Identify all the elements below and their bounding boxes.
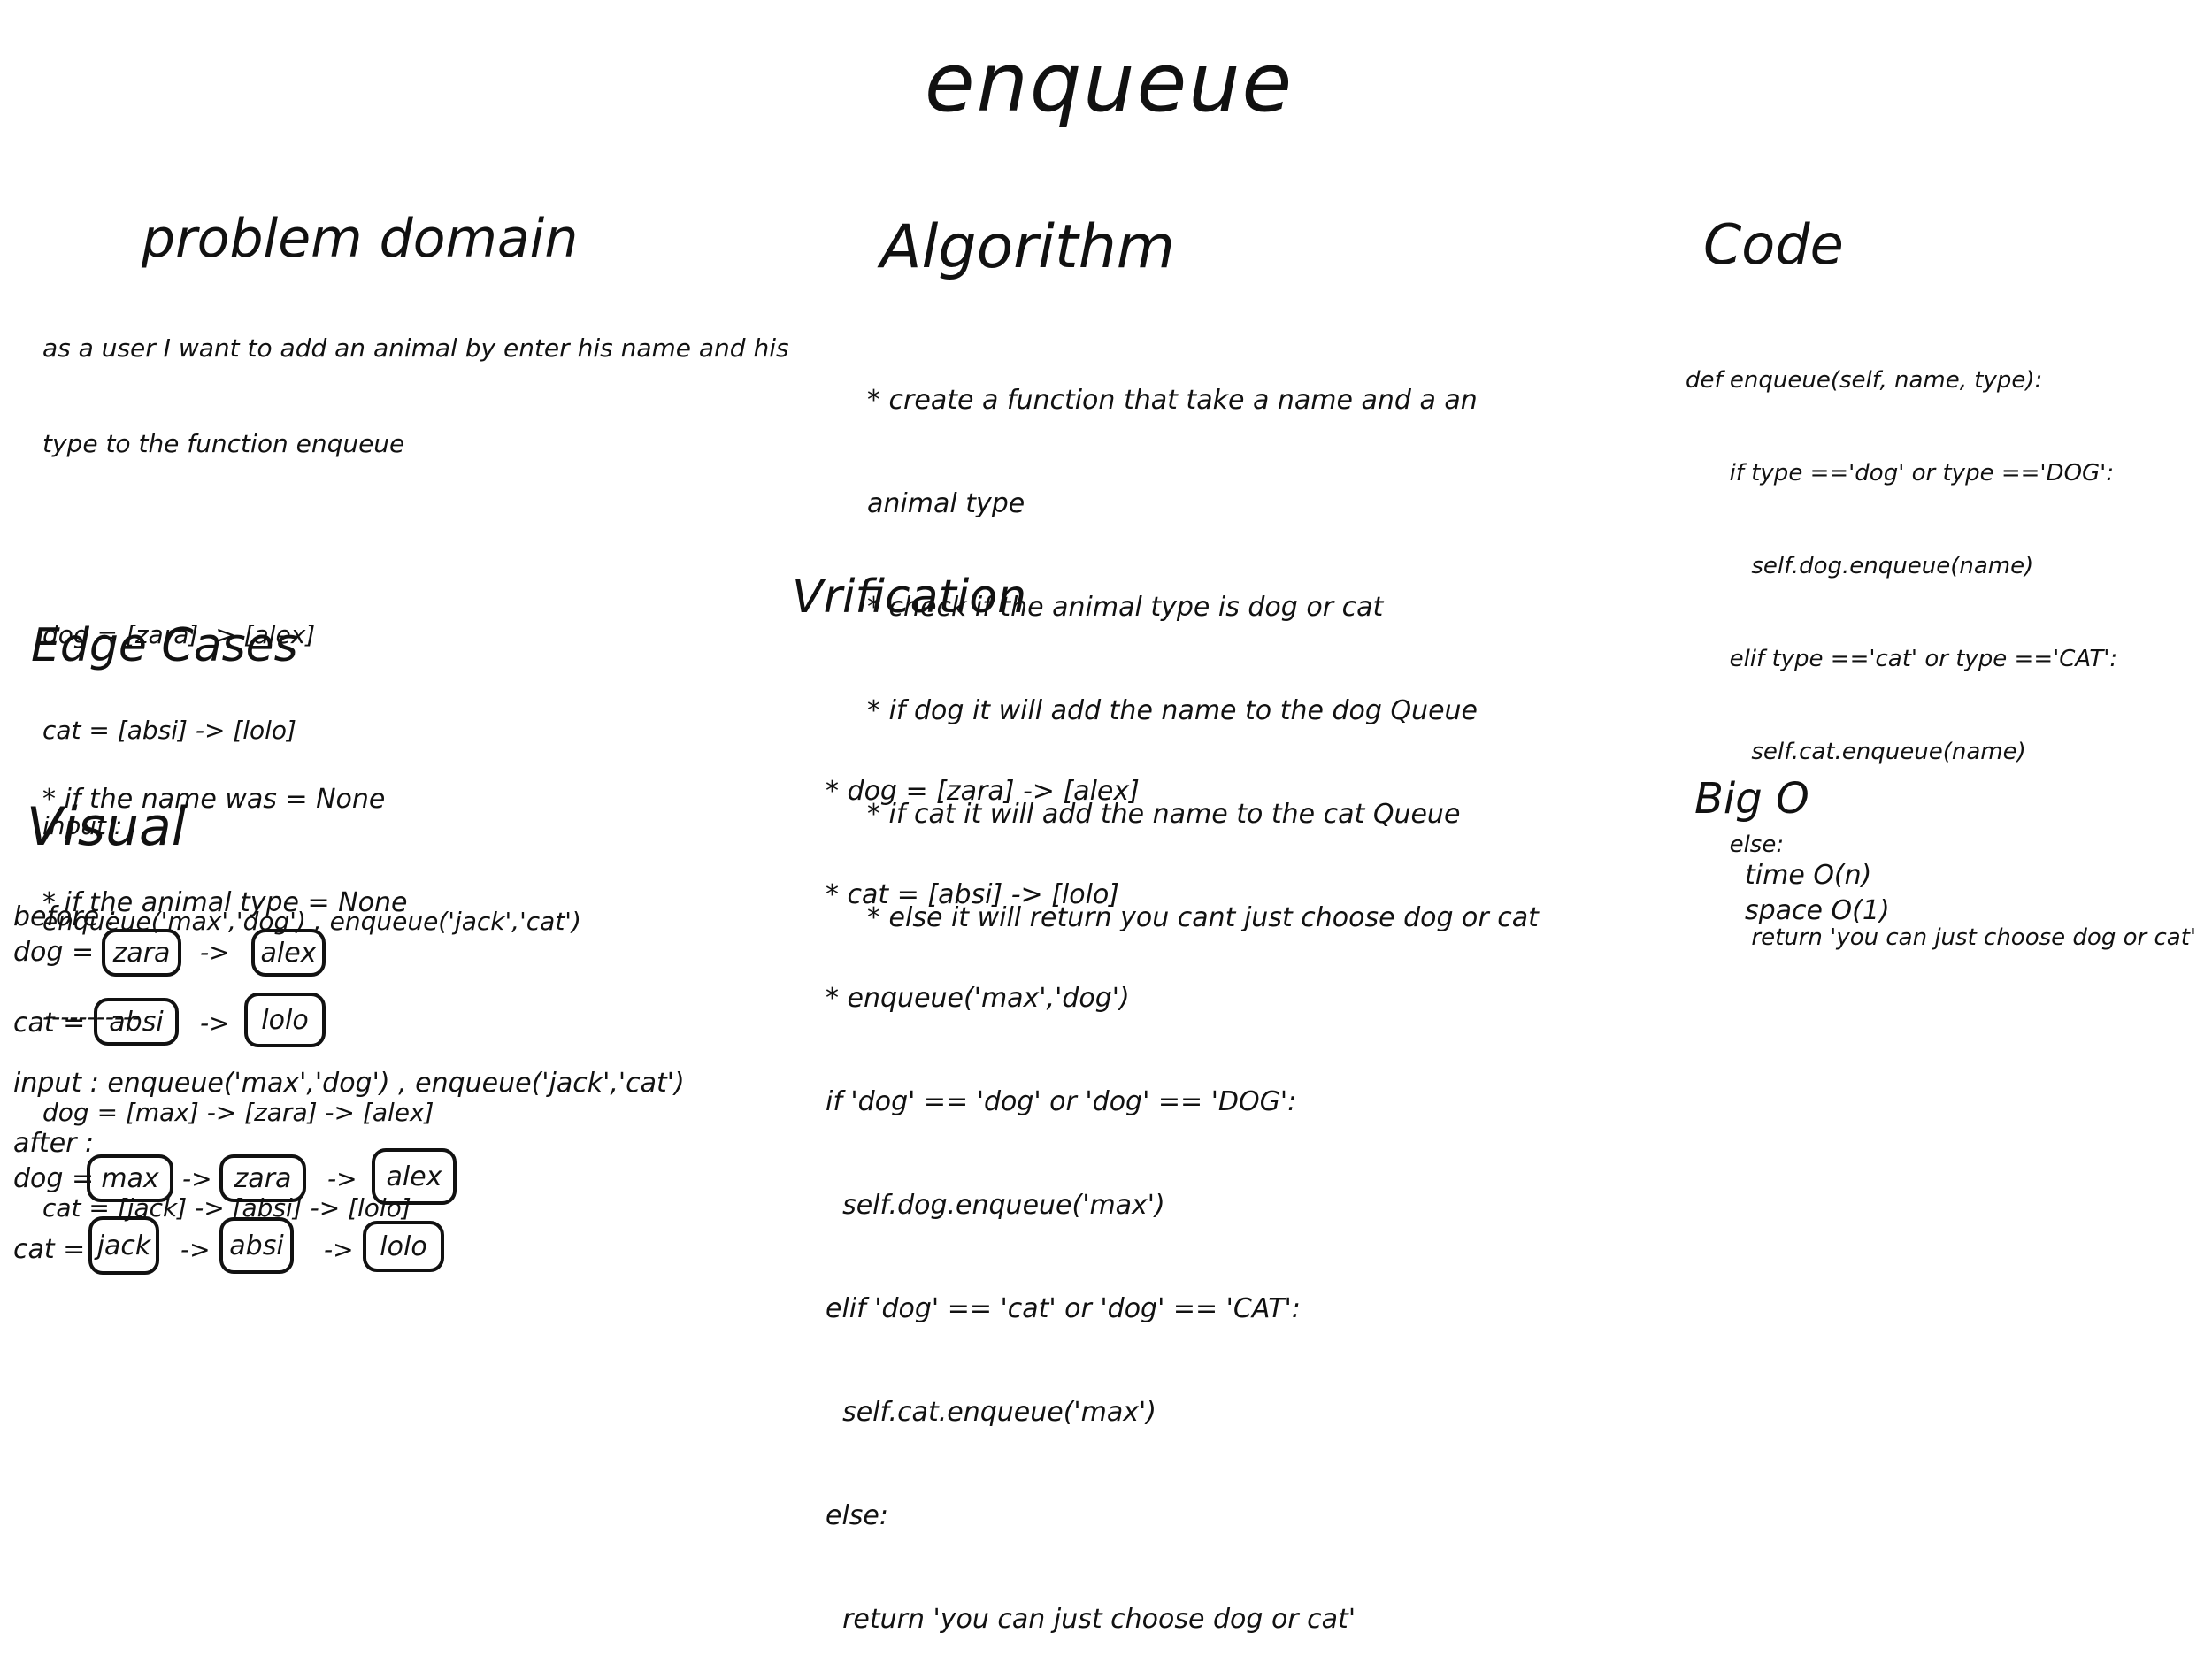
after-cat-node: jack <box>88 1216 159 1275</box>
code-line: self.cat.enqueue(name) <box>1686 739 2026 765</box>
visual-dog-label: dog = <box>13 1163 95 1194</box>
algorithm-line: animal type <box>867 488 1025 519</box>
after-dog-node: alex <box>372 1148 457 1205</box>
big-o-heading: Big O <box>1694 774 1809 824</box>
code-line: def enqueue(self, name, type): <box>1686 367 2043 394</box>
problem-domain-line: as a user I want to add an animal by ent… <box>42 333 789 363</box>
before-cat-node: lolo <box>244 993 326 1047</box>
verification-line: else: <box>826 1500 888 1531</box>
edge-cases-heading: Edge Cases <box>31 619 298 672</box>
visual-cat-label: cat = <box>13 1008 86 1039</box>
problem-domain-heading: problem domain <box>142 208 579 270</box>
visual-heading: Visual <box>27 796 187 858</box>
after-dog-node: zara <box>219 1154 306 1202</box>
verification-line: return 'you can just choose dog or cat' <box>826 1604 1356 1635</box>
arrow: -> <box>327 1164 357 1193</box>
code-line: self.dog.enqueue(name) <box>1686 553 2034 579</box>
verification-line: * dog = [zara] -> [alex] <box>826 776 1140 807</box>
code-heading: Code <box>1703 212 1844 277</box>
after-dog-node: max <box>87 1154 173 1202</box>
arrow: -> <box>182 1164 212 1193</box>
arrow: -> <box>200 1008 230 1038</box>
verification-line: self.dog.enqueue('max') <box>826 1190 1165 1221</box>
big-o-time: time O(n) <box>1745 860 1872 891</box>
arrow: -> <box>200 938 230 967</box>
code-line: else: <box>1686 832 1785 858</box>
problem-domain-line: dog = [max] -> [zara] -> [alex] <box>42 1098 434 1127</box>
verification-line: elif 'dog' == 'cat' or 'dog' == 'CAT': <box>826 1293 1301 1324</box>
algorithm-line: * create a function that take a name and… <box>867 385 1478 416</box>
problem-domain-line: type to the function enqueue <box>42 429 405 458</box>
code-line: if type =='dog' or type =='DOG': <box>1686 460 2115 487</box>
algorithm-heading: Algorithm <box>880 212 1176 282</box>
before-dog-node: zara <box>102 929 181 977</box>
visual-input-line: input : enqueue('max','dog') , enqueue('… <box>13 1068 685 1099</box>
visual-before-label: before : <box>13 901 117 932</box>
verification-text: * dog = [zara] -> [alex] * cat = [absi] … <box>826 705 1356 1671</box>
arrow: -> <box>324 1235 354 1264</box>
visual-dog-label: dog = <box>13 937 95 968</box>
problem-domain-line <box>42 524 789 556</box>
code-line: elif type =='cat' or type =='CAT': <box>1686 646 2118 672</box>
verification-line: if 'dog' == 'dog' or 'dog' == 'DOG': <box>826 1086 1297 1117</box>
page-title: enqueue <box>925 35 1294 130</box>
verification-line: * cat = [absi] -> [lolo] <box>826 879 1120 910</box>
before-dog-node: alex <box>251 929 326 977</box>
after-cat-node: lolo <box>363 1221 444 1272</box>
verification-heading: Vrification <box>792 571 1027 624</box>
after-cat-node: absi <box>219 1217 294 1274</box>
before-cat-node: absi <box>94 998 179 1046</box>
visual-cat-label: cat = <box>13 1234 86 1265</box>
verification-line: * enqueue('max','dog') <box>826 983 1130 1014</box>
visual-after-label: after : <box>13 1128 95 1159</box>
big-o-space: space O(1) <box>1745 895 1890 926</box>
arrow: -> <box>180 1235 211 1264</box>
verification-line: self.cat.enqueue('max') <box>826 1397 1156 1428</box>
